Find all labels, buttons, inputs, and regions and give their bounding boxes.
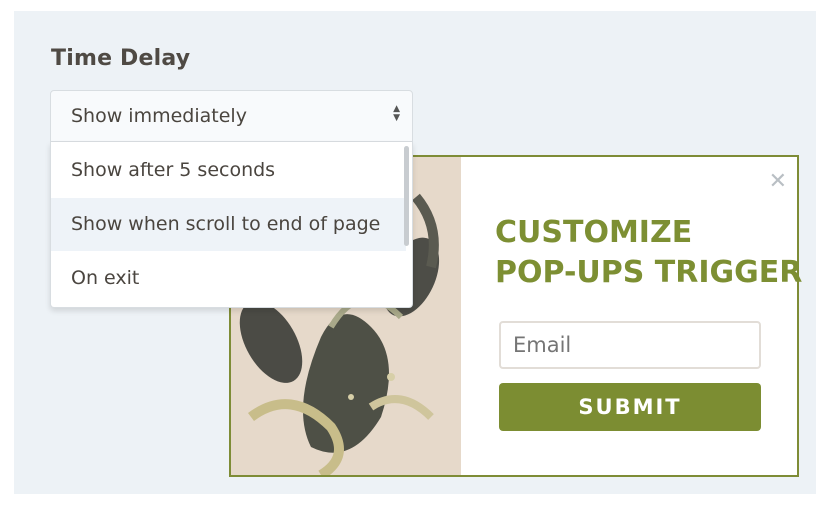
close-icon[interactable]: ✕: [769, 169, 787, 194]
time-delay-dropdown[interactable]: Show after 5 seconds Show when scroll to…: [50, 142, 413, 308]
select-arrows-icon: ▲ ▼: [393, 104, 400, 123]
popup-title: CUSTOMIZE POP-UPS TRIGGER: [495, 213, 802, 293]
dropdown-scrollbar[interactable]: [404, 146, 409, 246]
submit-button[interactable]: SUBMIT: [499, 383, 761, 431]
dropdown-option[interactable]: Show after 5 seconds: [51, 144, 406, 197]
dropdown-option[interactable]: Show when scroll to end of page: [51, 198, 406, 251]
time-delay-select[interactable]: Show immediately ▲ ▼: [50, 90, 413, 142]
time-delay-label: Time Delay: [51, 46, 191, 71]
popup-title-line2: POP-UPS TRIGGER: [495, 255, 803, 290]
dropdown-option[interactable]: On exit: [51, 252, 406, 305]
select-current-value: Show immediately: [71, 105, 247, 127]
popup-title-line1: CUSTOMIZE: [495, 215, 693, 250]
email-field[interactable]: [499, 321, 761, 369]
